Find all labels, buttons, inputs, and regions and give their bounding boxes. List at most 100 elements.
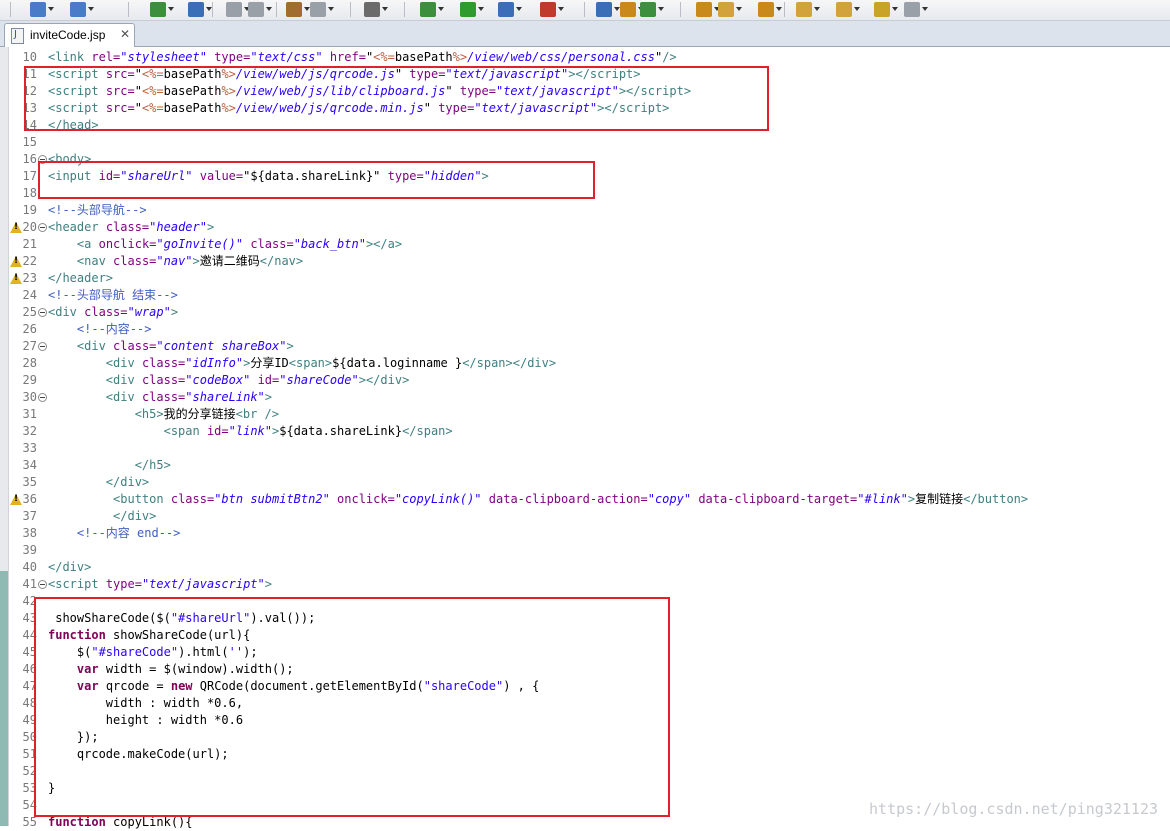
code-line[interactable]: 26 <!--内容-->	[0, 321, 1170, 338]
line-number: 41	[22, 577, 37, 591]
fold-toggle-icon[interactable]	[38, 155, 47, 164]
fold-toggle-icon[interactable]	[38, 223, 47, 232]
dropdown-arrow-icon[interactable]	[88, 7, 94, 11]
toolbar-button-icon[interactable]	[796, 2, 820, 17]
code-line[interactable]: 15	[0, 134, 1170, 151]
toolbar-separator	[10, 2, 11, 17]
code-editor[interactable]: 10 <link rel="stylesheet" type="text/css"…	[0, 47, 1170, 829]
code-line[interactable]: 20 <header class="header">	[0, 219, 1170, 236]
code-line[interactable]: 17 <input id="shareUrl" value="${data.sha…	[0, 168, 1170, 185]
dropdown-arrow-icon[interactable]	[478, 7, 484, 11]
dropdown-arrow-icon[interactable]	[658, 7, 664, 11]
code-line[interactable]: 31 <h5>我的分享链接<br />	[0, 406, 1170, 423]
toolbar-button-icon[interactable]	[286, 2, 310, 17]
toolbar-button-icon[interactable]	[718, 2, 742, 17]
code-line[interactable]: 40 </div>	[0, 559, 1170, 576]
code-text: <span id="link">${data.shareLink}</span>	[163, 424, 453, 438]
code-line[interactable]: 18	[0, 185, 1170, 202]
code-line[interactable]: 27 <div class="content shareBox">	[0, 338, 1170, 355]
code-line[interactable]: 22 <nav class="nav">邀请二维码</nav>	[0, 253, 1170, 270]
toolbar-separator	[584, 2, 585, 17]
toolbar-button-icon[interactable]	[640, 2, 664, 17]
fold-toggle-icon[interactable]	[38, 342, 47, 351]
code-line[interactable]: 49 height : width *0.6	[0, 712, 1170, 729]
toolbar-button-icon[interactable]	[596, 2, 620, 17]
toolbar-button-icon[interactable]	[30, 2, 54, 17]
code-line[interactable]: 45 $("#shareCode").html('');	[0, 644, 1170, 661]
toolbar-button-icon[interactable]	[874, 2, 898, 17]
dropdown-arrow-icon[interactable]	[328, 7, 334, 11]
code-line[interactable]: 44 function showShareCode(url){	[0, 627, 1170, 644]
toolbar-button-icon[interactable]	[226, 2, 250, 17]
line-number: 24	[22, 288, 37, 302]
code-line[interactable]: 43 showShareCode($("#shareUrl").val());	[0, 610, 1170, 627]
toolbar-button-icon[interactable]	[310, 2, 334, 17]
dropdown-arrow-icon[interactable]	[922, 7, 928, 11]
dropdown-arrow-icon[interactable]	[266, 7, 272, 11]
line-number: 30	[22, 390, 37, 404]
code-line[interactable]: 41 <script type="text/javascript">	[0, 576, 1170, 593]
toolbar-button-icon[interactable]	[498, 2, 522, 17]
dropdown-arrow-icon[interactable]	[516, 7, 522, 11]
code-line[interactable]: 35 </div>	[0, 474, 1170, 491]
toolbar-button-icon[interactable]	[758, 2, 782, 17]
code-line[interactable]: 39	[0, 542, 1170, 559]
toolbar-button-icon[interactable]	[460, 2, 484, 17]
toolbar-button-icon[interactable]	[364, 2, 388, 17]
code-line[interactable]: 33	[0, 440, 1170, 457]
fold-toggle-icon[interactable]	[38, 393, 47, 402]
code-line[interactable]: 38 <!--内容 end-->	[0, 525, 1170, 542]
fold-toggle-icon[interactable]	[38, 580, 47, 589]
code-line[interactable]: 37 </div>	[0, 508, 1170, 525]
dropdown-arrow-icon[interactable]	[168, 7, 174, 11]
dropdown-arrow-icon[interactable]	[382, 7, 388, 11]
toolbar-separator	[350, 2, 351, 17]
dropdown-arrow-icon[interactable]	[854, 7, 860, 11]
toolbar-button-icon[interactable]	[540, 2, 564, 17]
toolbar-button-icon[interactable]	[904, 2, 928, 17]
code-line[interactable]: 50 });	[0, 729, 1170, 746]
code-line[interactable]: 29 <div class="codeBox" id="shareCode"><…	[0, 372, 1170, 389]
dropdown-arrow-icon[interactable]	[558, 7, 564, 11]
toolbar-button-icon[interactable]	[70, 2, 94, 17]
code-line[interactable]: 30 <div class="shareLink">	[0, 389, 1170, 406]
dropdown-arrow-icon[interactable]	[776, 7, 782, 11]
code-line[interactable]: 32 <span id="link">${data.shareLink}</sp…	[0, 423, 1170, 440]
dropdown-arrow-icon[interactable]	[814, 7, 820, 11]
code-line[interactable]: 16 <body>	[0, 151, 1170, 168]
code-line[interactable]: 12 <script src="<%=basePath%>/view/web/js…	[0, 83, 1170, 100]
code-line[interactable]: 42	[0, 593, 1170, 610]
code-line[interactable]: 52	[0, 763, 1170, 780]
close-icon[interactable]: ✕	[120, 27, 130, 41]
toolbar-button-icon[interactable]	[836, 2, 860, 17]
code-line[interactable]: 21 <a onclick="goInvite()" class="back_b…	[0, 236, 1170, 253]
code-line[interactable]: 24 <!--头部导航 结束-->	[0, 287, 1170, 304]
toolbar-button-icon[interactable]	[420, 2, 444, 17]
code-line[interactable]: 23 </header>	[0, 270, 1170, 287]
toolbar-button-icon[interactable]	[696, 2, 720, 17]
code-line[interactable]: 36 <button class="btn submitBtn2" onclic…	[0, 491, 1170, 508]
toolbar-button-icon[interactable]	[188, 2, 212, 17]
code-line[interactable]: 14 </head>	[0, 117, 1170, 134]
dropdown-arrow-icon[interactable]	[892, 7, 898, 11]
code-line[interactable]: 48 width : width *0.6,	[0, 695, 1170, 712]
code-line[interactable]: 28 <div class="idInfo">分享ID<span>${data.…	[0, 355, 1170, 372]
code-line[interactable]: 53}	[0, 780, 1170, 797]
code-line[interactable]: 19 <!--头部导航-->	[0, 202, 1170, 219]
code-line[interactable]: 47 var qrcode = new QRCode(document.getE…	[0, 678, 1170, 695]
code-line[interactable]: 51 qrcode.makeCode(url);	[0, 746, 1170, 763]
toolbar-button-icon[interactable]	[620, 2, 644, 17]
dropdown-arrow-icon[interactable]	[736, 7, 742, 11]
code-line[interactable]: 46 var width = $(window).width();	[0, 661, 1170, 678]
fold-toggle-icon[interactable]	[38, 308, 47, 317]
code-line[interactable]: 11 <script src="<%=basePath%>/view/web/js…	[0, 66, 1170, 83]
toolbar-button-icon[interactable]	[150, 2, 174, 17]
code-line[interactable]: 10 <link rel="stylesheet" type="text/css"…	[0, 49, 1170, 66]
code-line[interactable]: 34 </h5>	[0, 457, 1170, 474]
toolbar-button-icon[interactable]	[248, 2, 272, 17]
code-line[interactable]: 25 <div class="wrap">	[0, 304, 1170, 321]
dropdown-arrow-icon[interactable]	[438, 7, 444, 11]
code-line[interactable]: 13 <script src="<%=basePath%>/view/web/js…	[0, 100, 1170, 117]
dropdown-arrow-icon[interactable]	[48, 7, 54, 11]
tab-invitecode-jsp[interactable]: inviteCode.jsp ✕	[4, 23, 135, 47]
